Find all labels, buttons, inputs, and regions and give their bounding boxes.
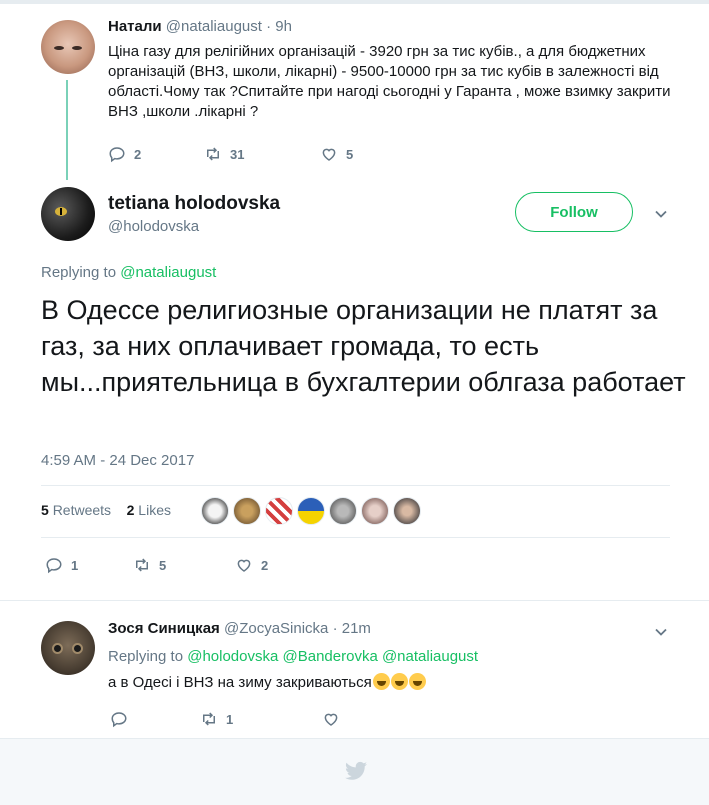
retweet-button[interactable]: 1 — [200, 710, 296, 728]
reply-icon — [111, 712, 127, 728]
avatar[interactable] — [41, 20, 95, 74]
avatar-eye — [55, 207, 67, 216]
retweets-stat-label: Retweets — [52, 502, 112, 518]
like-icon — [322, 148, 336, 161]
like-count: 5 — [346, 146, 354, 162]
replying-to: Replying to @nataliaugust — [41, 264, 216, 281]
reply-button[interactable]: 1 — [45, 556, 107, 574]
divider — [41, 537, 670, 538]
replying-prefix: Replying to — [41, 264, 117, 281]
retweet-icon — [203, 712, 215, 726]
likes-stat-label: Likes — [138, 502, 171, 518]
divider — [41, 485, 670, 486]
tweet-stats: 5 Retweets 2 Likes — [41, 502, 171, 518]
likes-stat-count: 2 — [126, 502, 135, 518]
like-button[interactable]: 2 — [235, 556, 268, 574]
tweet-text: Ціна газу для релігійних організацій - 3… — [108, 43, 671, 120]
liker-avatar[interactable] — [297, 497, 325, 525]
reply-button[interactable]: 2 — [108, 145, 178, 163]
avatar[interactable] — [41, 621, 95, 675]
like-icon — [237, 559, 251, 572]
replying-prefix: Replying to — [108, 648, 184, 665]
divider — [0, 600, 709, 601]
tweet-timestamp[interactable]: 4:59 AM - 24 Dec 2017 — [41, 452, 194, 469]
tweet-header: Натали @nataliaugust · 9h — [108, 18, 292, 35]
author-handle[interactable]: @nataliaugust — [166, 18, 262, 35]
liker-avatar[interactable] — [233, 497, 261, 525]
retweets-stat-count: 5 — [41, 502, 49, 518]
retweet-count: 31 — [230, 146, 245, 162]
avatar-eye — [52, 643, 63, 654]
tweet-text: а в Одесі і ВНЗ на зиму закриваються — [108, 673, 426, 691]
retweet-icon — [207, 147, 219, 161]
author-name[interactable]: Натали — [108, 18, 162, 35]
reply-icon — [109, 147, 125, 163]
reply-count: 2 — [134, 146, 142, 162]
liker-avatar[interactable] — [361, 497, 389, 525]
top-divider — [0, 0, 709, 4]
liker-avatar[interactable] — [201, 497, 229, 525]
replying-to-link[interactable]: @nataliaugust — [120, 264, 216, 281]
tweet-actions: 2 31 5 — [108, 145, 379, 163]
like-icon — [324, 713, 338, 726]
thread-connector — [66, 80, 68, 180]
replying-to: Replying to @holodovska @Banderovka @nat… — [108, 648, 478, 665]
author-handle[interactable]: @ZocyaSinicka — [224, 620, 328, 637]
likes-stat[interactable]: 2 Likes — [127, 502, 171, 518]
reply-icon — [46, 558, 62, 574]
liker-avatars — [201, 497, 425, 525]
reply-button[interactable] — [110, 710, 174, 728]
author-handle[interactable]: @holodovska — [108, 218, 199, 235]
retweets-stat[interactable]: 5 Retweets — [41, 502, 111, 518]
timeline-footer — [0, 738, 709, 805]
like-button[interactable] — [322, 710, 348, 728]
laughing-emoji-icon — [390, 673, 408, 690]
tweet-text-body: а в Одесі і ВНЗ на зиму закриваються — [108, 674, 372, 691]
author-name[interactable]: Зося Синицкая — [108, 620, 220, 637]
avatar-eye — [54, 46, 64, 50]
twitter-bird-icon — [345, 761, 367, 780]
tweet-time[interactable]: · 21m — [333, 620, 371, 637]
tweet-time[interactable]: · 9h — [266, 18, 292, 35]
chevron-down-icon[interactable] — [654, 625, 668, 639]
replying-to-links[interactable]: @holodovska @Banderovka @nataliaugust — [187, 648, 478, 665]
follow-button[interactable]: Follow — [515, 192, 633, 232]
reply-count: 1 — [71, 557, 79, 573]
retweet-count: 1 — [226, 711, 234, 727]
retweet-icon — [136, 558, 148, 572]
like-button[interactable]: 5 — [320, 145, 353, 163]
tweet-text: В Одессе религиозные организации не плат… — [41, 295, 686, 397]
tweet-header: Зося Синицкая @ZocyaSinicka · 21m — [108, 620, 371, 637]
author-name[interactable]: tetiana holodovska — [108, 193, 280, 215]
retweet-count: 5 — [159, 557, 167, 573]
chevron-down-icon[interactable] — [654, 207, 668, 221]
avatar[interactable] — [41, 187, 95, 241]
tweet-actions: 1 5 2 — [45, 556, 294, 574]
liker-avatar[interactable] — [329, 497, 357, 525]
retweet-button[interactable]: 31 — [204, 145, 294, 163]
like-count: 2 — [261, 557, 269, 573]
laughing-emoji-icon — [408, 673, 426, 690]
liker-avatar[interactable] — [393, 497, 421, 525]
laughing-emoji-icon — [372, 673, 390, 690]
avatar-eye — [72, 46, 82, 50]
liker-avatar[interactable] — [265, 497, 293, 525]
retweet-button[interactable]: 5 — [133, 556, 209, 574]
avatar-eye — [72, 643, 83, 654]
tweet-actions: 1 — [110, 710, 374, 728]
